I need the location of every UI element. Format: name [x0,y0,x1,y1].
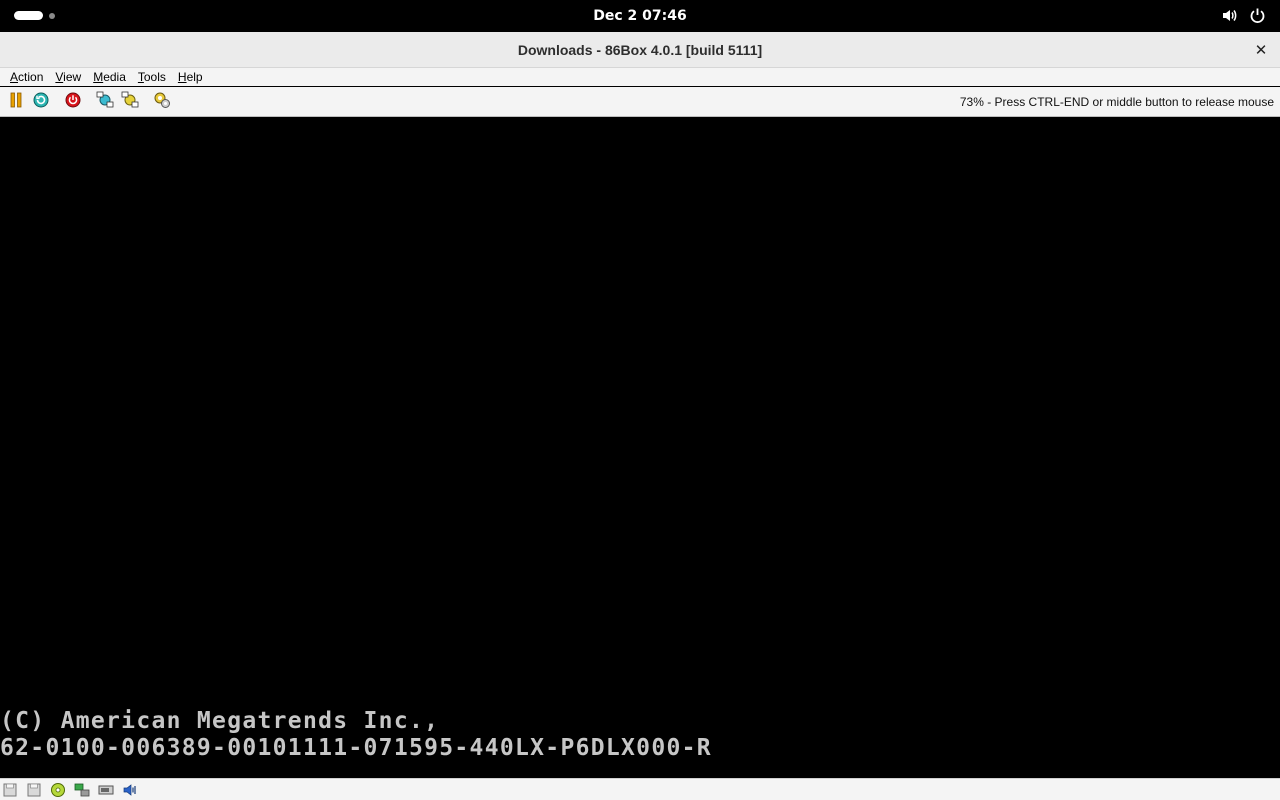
menu-media-mnemonic: M [93,70,104,84]
mouse-capture-message: 73% - Press CTRL-END or middle button to… [959,95,1274,109]
hard-reset-button[interactable] [32,92,50,112]
system-top-bar: Dec 2 07:46 [0,0,1280,32]
bios-id-string: 62-0100-006389-00101111-071595-440LX-P6D… [0,735,712,761]
menu-tools[interactable]: Tools [132,68,172,86]
menu-view-mnemonic: V [55,70,64,84]
ctrl-alt-esc-button[interactable] [121,91,139,113]
bios-copyright-line: (C) American Megatrends Inc., [0,708,440,734]
menu-action-label: ction [18,70,44,84]
pause-icon [9,92,23,112]
menu-view[interactable]: View [49,68,87,86]
power-off-button[interactable] [64,92,82,112]
hard-disk-icon[interactable] [97,782,115,798]
menu-help-label: elp [186,70,203,84]
window-title: Downloads - 86Box 4.0.1 [build 5111] [517,42,763,58]
close-button[interactable]: ✕ [1250,39,1272,61]
hard-reset-icon [33,92,49,112]
power-icon[interactable] [1249,7,1266,24]
settings-button[interactable] [153,91,171,113]
network-icon[interactable] [73,782,91,798]
sound-icon[interactable] [121,782,139,798]
menu-media-label: edia [103,70,126,84]
volume-icon[interactable] [1221,7,1238,24]
power-off-icon [65,92,81,112]
pause-button[interactable] [7,92,25,112]
menu-bar: Action View Media Tools Help [0,68,1280,86]
toolbar: 73% - Press CTRL-END or middle button to… [0,87,1280,117]
menu-action-mnemonic: A [10,70,19,84]
menu-media[interactable]: Media [87,68,132,86]
menu-action[interactable]: Action [4,68,49,86]
cdrom-icon[interactable] [49,782,67,798]
menu-tools-label: ools [143,70,166,84]
ctrl-alt-esc-icon [121,91,139,113]
status-bar [0,778,1280,800]
menu-view-label: iew [63,70,82,84]
ctrl-alt-del-button[interactable] [96,91,114,113]
menu-help[interactable]: Help [172,68,209,86]
floppy-b-icon[interactable] [25,782,43,798]
ctrl-alt-del-icon [96,91,114,113]
clock[interactable]: Dec 2 07:46 [0,0,1280,32]
emulator-screen[interactable]: (C) American Megatrends Inc., 62-0100-00… [0,118,1280,778]
window-title-bar[interactable]: Downloads - 86Box 4.0.1 [build 5111] ✕ [0,32,1280,68]
menu-help-mnemonic: H [177,70,187,84]
settings-icon [153,91,171,113]
system-tray[interactable] [1221,7,1266,24]
floppy-a-icon[interactable] [1,782,19,798]
